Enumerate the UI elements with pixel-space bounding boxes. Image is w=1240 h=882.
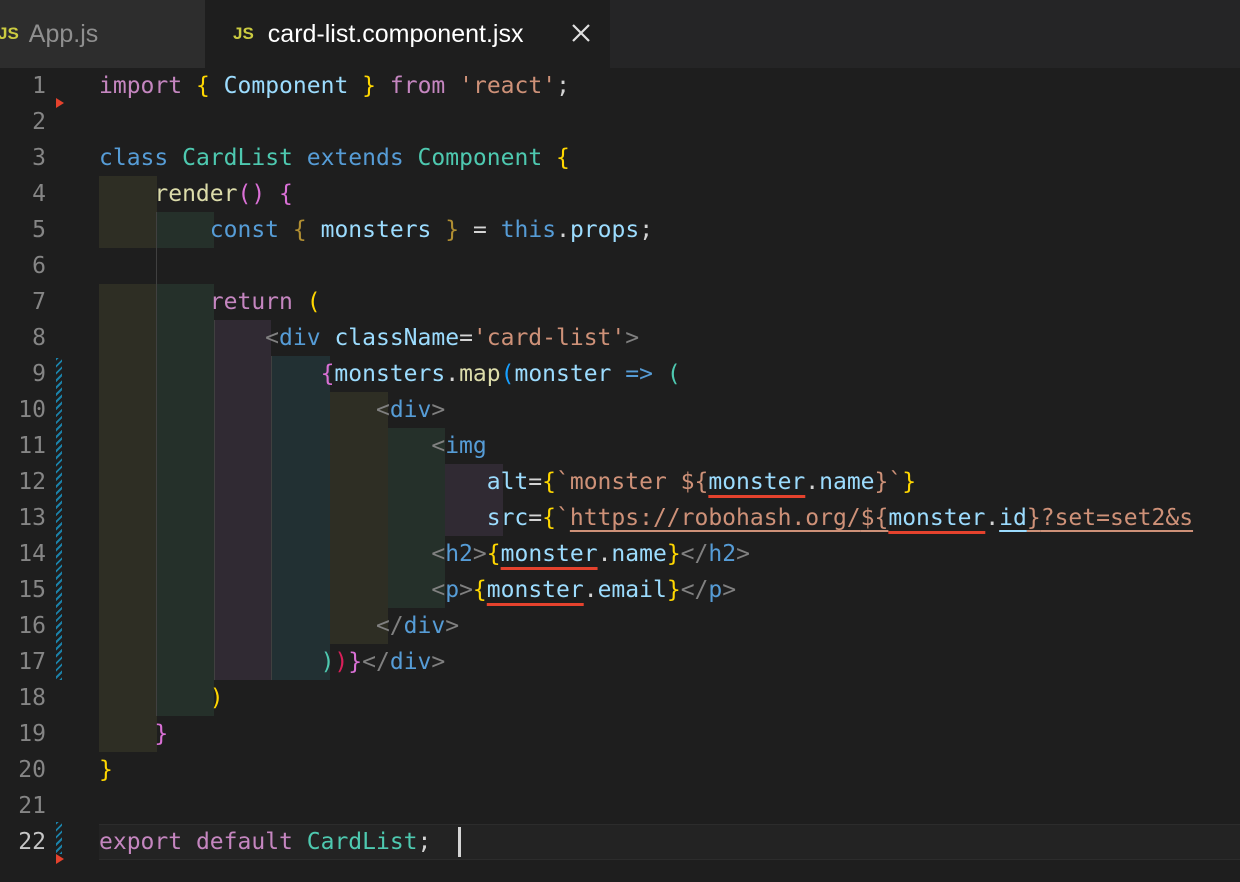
code-line: 14 <h2>{monster.name}</h2> — [0, 536, 1240, 572]
code-line: 11 <img — [0, 428, 1240, 464]
code-line: 21 — [0, 788, 1240, 824]
code-text: src={`https://robohash.org/${monster.id}… — [486, 505, 1194, 531]
code-text: <img — [431, 433, 487, 459]
code-text: <div className='card-list'> — [265, 325, 640, 351]
code-line: 4 render() { — [0, 176, 1240, 212]
text-cursor — [458, 827, 461, 857]
tab-app-js[interactable]: JS App.js — [0, 0, 205, 68]
code-text: export default CardList; — [99, 829, 432, 855]
tab-bar: JS App.js JS card-list.component.jsx — [0, 0, 1240, 68]
line-number: 21 — [18, 793, 46, 819]
line-number: 20 — [18, 757, 46, 783]
code-text: </div> — [375, 613, 460, 639]
code-line: 17 ))}</div> — [0, 644, 1240, 680]
code-line: 10 <div> — [0, 392, 1240, 428]
line-number: 16 — [18, 613, 46, 639]
line-number: 18 — [18, 685, 46, 711]
line-number: 17 — [18, 649, 46, 675]
line-number: 19 — [18, 721, 46, 747]
code-text: <h2>{monster.name}</h2> — [431, 541, 750, 567]
tab-label: App.js — [28, 19, 99, 48]
code-line: 2 — [0, 104, 1240, 140]
code-text: return ( — [209, 289, 321, 315]
code-line: 3 class CardList extends Component { — [0, 140, 1240, 176]
code-line: 15 <p>{monster.email}</p> — [0, 572, 1240, 608]
line-number: 12 — [18, 469, 46, 495]
line-number: 1 — [32, 73, 46, 99]
code-text: <p>{monster.email}</p> — [431, 577, 737, 603]
line-number: 4 — [32, 181, 46, 207]
line-number: 3 — [32, 145, 46, 171]
code-text: <div> — [375, 397, 446, 423]
line-number: 13 — [18, 505, 46, 531]
code-line: 16 </div> — [0, 608, 1240, 644]
close-icon[interactable] — [568, 20, 594, 46]
line-number: 10 — [18, 397, 46, 423]
code-line: 7 return ( — [0, 284, 1240, 320]
code-text: const { monsters } = this.props; — [209, 217, 654, 243]
code-line: 18 ) — [0, 680, 1240, 716]
line-number: 6 — [32, 253, 46, 279]
tab-label: card-list.component.jsx — [267, 19, 524, 48]
js-file-icon: JS — [233, 24, 254, 43]
code-text: render() { — [154, 181, 293, 207]
code-text: alt={`monster ${monster.name}`} — [486, 469, 917, 495]
code-line: 12 alt={`monster ${monster.name}`} — [0, 464, 1240, 500]
code-line: 20 } — [0, 752, 1240, 788]
code-text: ))}</div> — [320, 649, 446, 675]
line-number: 15 — [18, 577, 46, 603]
line-number: 5 — [32, 217, 46, 243]
code-line: 5 const { monsters } = this.props; — [0, 212, 1240, 248]
code-text: } — [99, 757, 113, 783]
line-number: 2 — [32, 109, 46, 135]
line-number: 8 — [32, 325, 46, 351]
code-editor[interactable]: 1 import { Component } from 'react'; 2 3… — [0, 68, 1240, 882]
js-file-icon: JS — [0, 24, 19, 43]
code-text: ) — [209, 685, 224, 711]
line-number: 11 — [18, 433, 46, 459]
code-line: 6 — [0, 248, 1240, 284]
code-line: 13 src={`https://robohash.org/${monster.… — [0, 500, 1240, 536]
code-line: 19 } — [0, 716, 1240, 752]
code-line: 8 <div className='card-list'> — [0, 320, 1240, 356]
tab-card-list-component[interactable]: JS card-list.component.jsx — [205, 0, 610, 68]
code-text: class CardList extends Component { — [99, 145, 570, 171]
line-number: 22 — [18, 829, 46, 855]
code-text: {monsters.map(monster => ( — [320, 361, 681, 387]
code-line: 1 import { Component } from 'react'; — [0, 68, 1240, 104]
code-line-current: 22 export default CardList; — [0, 824, 1240, 860]
line-number: 7 — [32, 289, 46, 315]
code-text: } — [154, 721, 169, 747]
code-text: import { Component } from 'react'; — [99, 73, 570, 99]
code-line: 9 {monsters.map(monster => ( — [0, 356, 1240, 392]
line-number: 14 — [18, 541, 46, 567]
line-number: 9 — [32, 361, 46, 387]
